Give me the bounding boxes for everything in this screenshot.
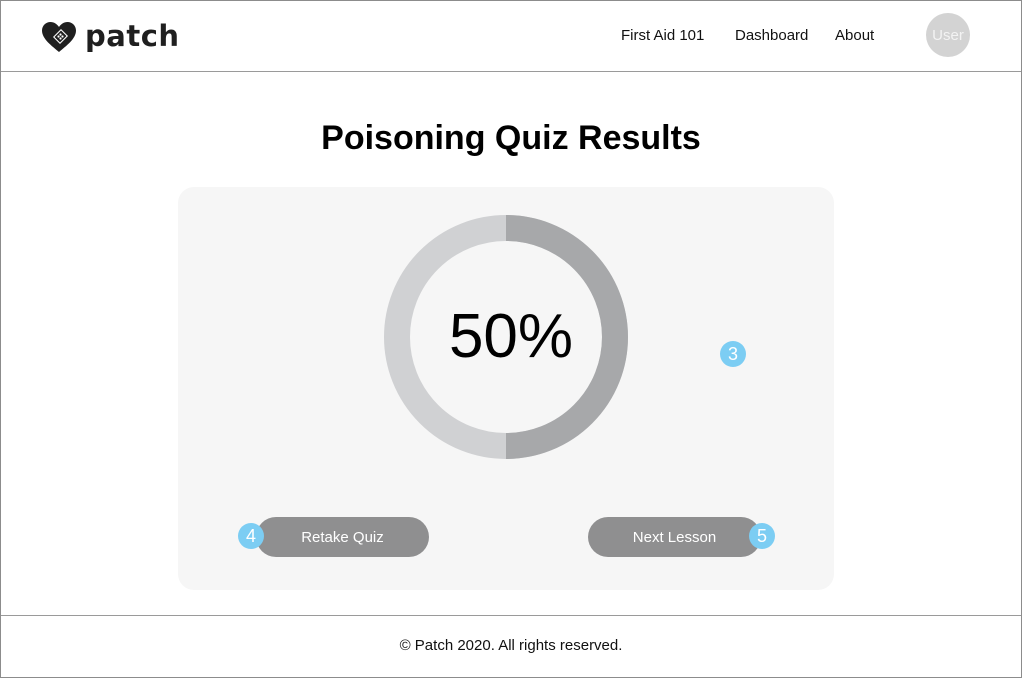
heart-bandage-logo-icon xyxy=(42,22,76,52)
brand-logo[interactable]: patch xyxy=(41,19,180,55)
page-footer: © Patch 2020. All rights reserved. xyxy=(1,615,1021,678)
next-lesson-label: Next Lesson xyxy=(632,528,717,546)
score-percentage: 50% xyxy=(448,302,574,371)
page-title: Poisoning Quiz Results xyxy=(321,119,701,157)
annotation-marker-5: 5 xyxy=(749,523,775,549)
results-card: 50% 3 Retake Quiz 4 Next Lesson 5 xyxy=(178,187,834,590)
nav-link-first-aid-101[interactable]: First Aid 101 xyxy=(621,27,704,45)
next-lesson-button[interactable]: Next Lesson xyxy=(588,517,761,557)
nav-link-dashboard[interactable]: Dashboard xyxy=(735,27,808,45)
brand-name: patch xyxy=(85,18,180,53)
app-window: patch First Aid 101 Dashboard About User… xyxy=(0,0,1022,678)
annotation-marker-4: 4 xyxy=(238,523,264,549)
retake-quiz-button[interactable]: Retake Quiz xyxy=(256,517,429,557)
nav-link-about[interactable]: About xyxy=(835,27,874,45)
annotation-marker-3: 3 xyxy=(720,341,746,367)
copyright-text: © Patch 2020. All rights reserved. xyxy=(399,637,623,654)
top-nav-bar: patch First Aid 101 Dashboard About User xyxy=(1,1,1021,72)
retake-quiz-label: Retake Quiz xyxy=(301,528,384,546)
user-avatar-label: User xyxy=(932,26,964,44)
user-avatar[interactable]: User xyxy=(926,13,970,57)
